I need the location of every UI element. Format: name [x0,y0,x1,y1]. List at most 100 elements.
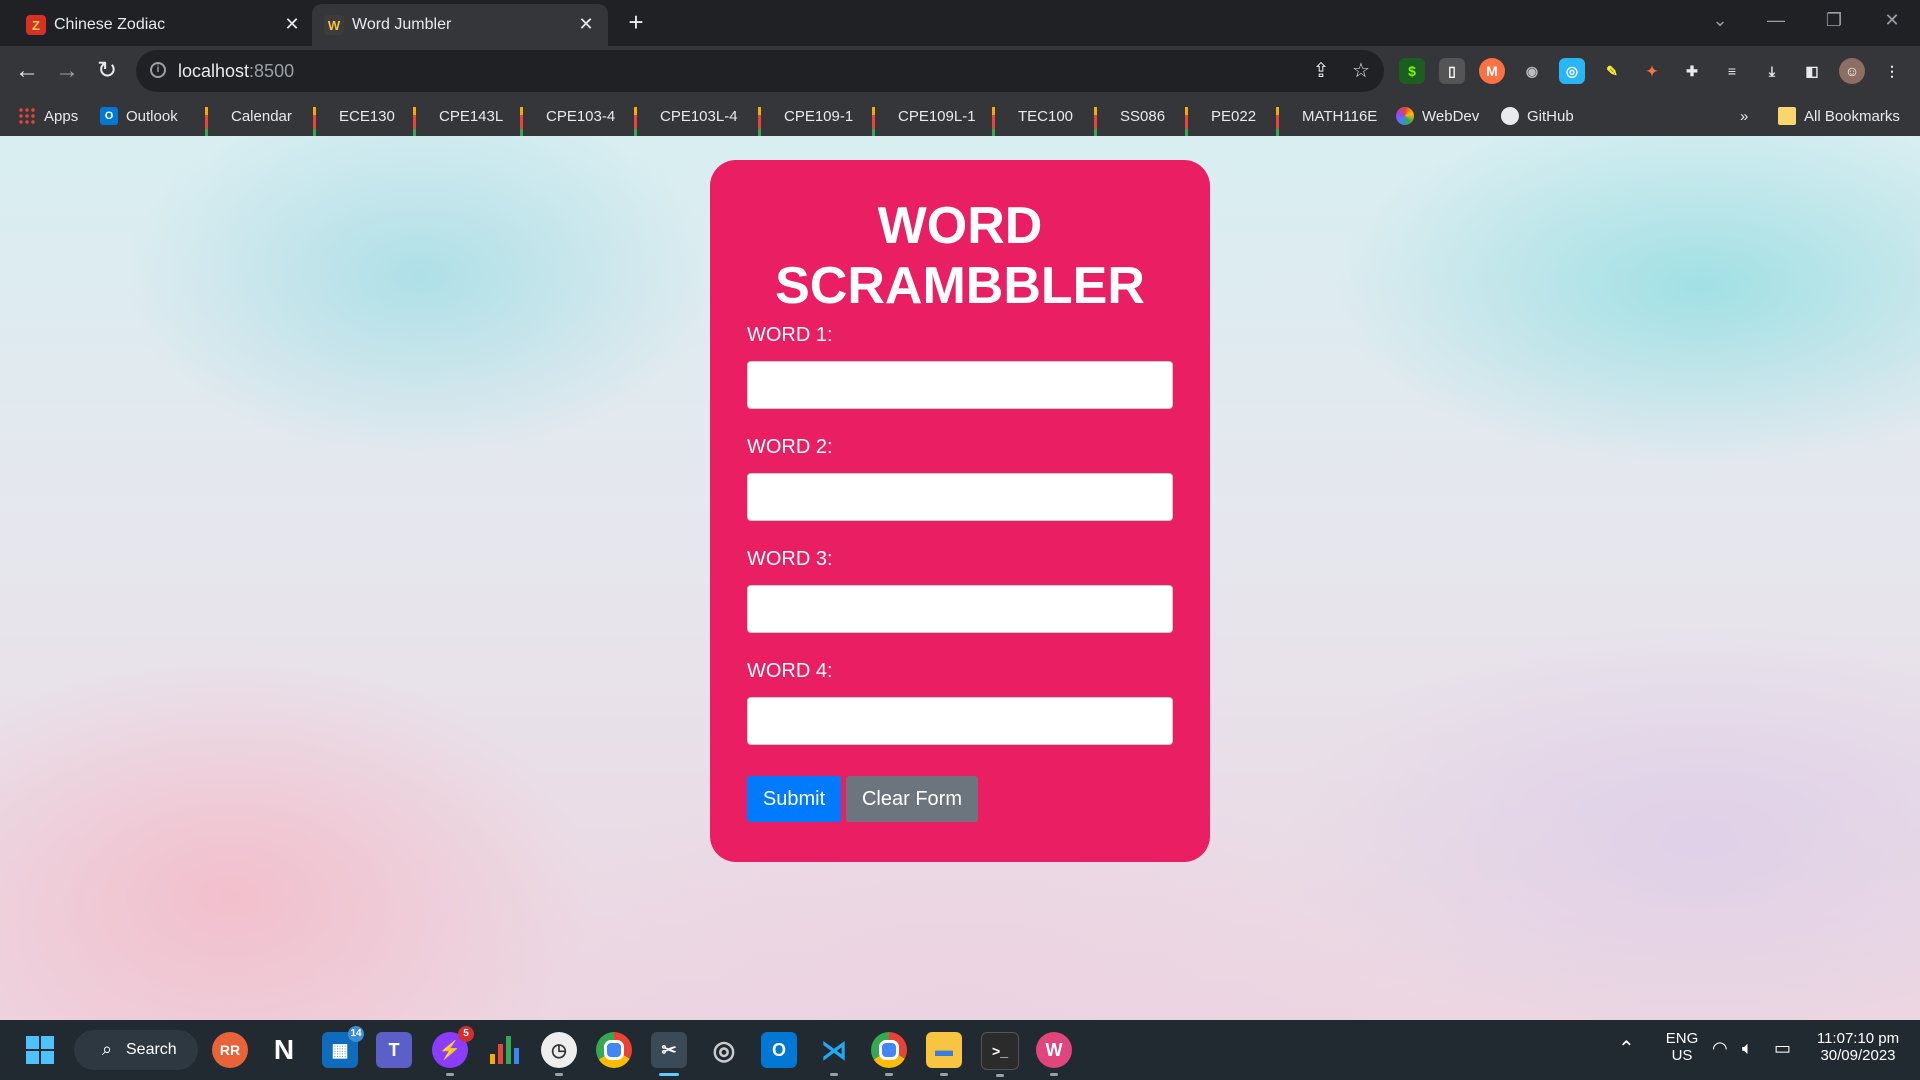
bar-chart-icon [1276,107,1294,158]
bookmark-cpe143l[interactable]: CPE143L [413,104,503,158]
notion-icon[interactable]: N [266,1032,302,1068]
windows-start-icon[interactable] [22,1032,58,1068]
extension-blue-icon[interactable]: ◎ [1559,58,1585,84]
obs-icon[interactable]: ◎ [706,1032,742,1068]
bookmark-tec100[interactable]: TEC100 [992,104,1073,158]
bookmark-apps[interactable]: Apps [18,104,78,128]
forward-button[interactable]: → [50,54,84,88]
puzzle-icon[interactable]: ✚ [1679,58,1705,84]
github-icon [1501,107,1519,125]
chrome-profile-icon[interactable] [871,1032,907,1076]
bookmark-math116e[interactable]: MATH116E [1276,104,1377,158]
clock-app-icon[interactable]: ◷ [541,1032,577,1076]
address-bar[interactable]: i localhost:8500 ⇪ ☆ [136,50,1384,92]
jumbler-icon: W [324,15,344,35]
close-window-button[interactable]: ✕ [1872,6,1912,34]
snipping-tool-icon[interactable]: ✂ [651,1032,687,1076]
terminal-icon[interactable]: >_ [981,1032,1019,1077]
taskbar: ⌕ Search RR N ▦ 14 T ⚡ 5 ◷ ✂ ◎ O ⋊ ▬ >_ … [0,1020,1920,1080]
bookmark-label: CPE103L-4 [660,107,738,125]
bookmark-ece130[interactable]: ECE130 [313,104,395,158]
bar-chart-icon [520,107,538,158]
reading-list-icon[interactable]: ≡ [1719,58,1745,84]
bookmark-cpe109-1[interactable]: CPE109-1 [758,104,854,158]
extension-note-icon[interactable]: ▯ [1439,58,1465,84]
bookmark-cpe109l-1[interactable]: CPE109L-1 [872,104,976,158]
minimize-button[interactable]: — [1756,6,1796,34]
outlook-taskbar-icon[interactable]: O [761,1032,797,1068]
file-explorer-icon[interactable]: ▬ [926,1032,962,1076]
wps-office-icon[interactable]: W [1036,1032,1072,1076]
bookmark-star-icon[interactable]: ☆ [1348,58,1374,84]
folder-icon [1778,107,1796,125]
profile-app-icon[interactable]: RR [212,1032,248,1068]
bookmark-webdev[interactable]: WebDev [1396,104,1479,128]
site-info-icon[interactable]: i [150,62,166,78]
all-bookmarks-folder[interactable]: All Bookmarks [1778,104,1900,128]
bookmarks-overflow-button[interactable]: » [1740,104,1748,128]
bookmark-label: All Bookmarks [1804,107,1900,125]
show-hidden-icons-button[interactable]: ⌃ [1618,1036,1635,1061]
side-panel-icon[interactable]: ◧ [1799,58,1825,84]
word-1-input[interactable] [747,361,1173,409]
bar-chart-icon [758,107,776,158]
bookmark-cpe103-4[interactable]: CPE103-4 [520,104,615,158]
volume-icon[interactable]: 🔈︎ [1742,1038,1753,1059]
running-indicator [830,1073,838,1076]
page-viewport: WORD SCRAMBBLER WORD 1: WORD 2: WORD 3: … [0,136,1920,1020]
clear-form-button[interactable]: Clear Form [846,776,978,822]
submit-button[interactable]: Submit [747,776,841,822]
bookmark-calendar[interactable]: Calendar [205,104,292,158]
taskbar-search[interactable]: ⌕ Search [74,1030,198,1070]
reload-button[interactable]: ↻ [90,54,124,88]
download-icon[interactable]: ⤓ [1759,58,1785,84]
tab-search-chevron-icon[interactable]: ⌄ [1700,6,1740,34]
bookmarks-bar: Apps O Outlook Calendar ECE130 CPE143L C… [0,96,1920,158]
word-2-input[interactable] [747,473,1173,521]
bookmark-cpe103l-4[interactable]: CPE103L-4 [634,104,738,158]
chrome-icon[interactable] [596,1032,632,1068]
bookmark-pe022[interactable]: PE022 [1185,104,1256,158]
language-indicator[interactable]: ENG US [1660,1030,1704,1064]
mail-app-icon[interactable]: ▦ 14 [322,1026,364,1068]
bookmark-label: Apps [44,107,79,125]
search-icon: ⌕ [102,1039,113,1059]
teams-icon[interactable]: T [376,1032,412,1068]
back-button[interactable]: ← [10,54,44,88]
extension-pen-icon[interactable]: ✎ [1599,58,1625,84]
extension-fire-icon[interactable]: ✦ [1639,58,1665,84]
avatar[interactable]: ☺ [1839,58,1865,84]
vscode-icon[interactable]: ⋊ [816,1032,852,1076]
extension-orange-icon[interactable]: M [1479,58,1505,84]
tab-word-jumbler[interactable]: W Word Jumbler ✕ [312,4,608,46]
running-indicator [940,1073,948,1076]
word-3-input[interactable] [747,585,1173,633]
clock[interactable]: 11:07:10 pm 30/09/2023 [1808,1030,1908,1064]
active-indicator [659,1073,679,1076]
tab-chinese-zodiac[interactable]: Z Chinese Zodiac ✕ [14,4,314,46]
power-bi-icon[interactable] [486,1032,522,1068]
bookmark-github[interactable]: GitHub [1501,104,1574,128]
restore-button[interactable]: ❐ [1814,6,1854,34]
bookmark-outlook[interactable]: O Outlook [100,104,178,128]
bookmark-ss086[interactable]: SS086 [1094,104,1165,158]
new-tab-button[interactable]: + [622,8,650,36]
bookmark-label: ECE130 [339,107,395,125]
bookmark-label: CPE109-1 [784,107,854,125]
menu-icon[interactable]: ⋮ [1879,58,1905,84]
close-icon[interactable]: ✕ [282,14,302,34]
word-4-input[interactable] [747,697,1173,745]
extension-green-icon[interactable]: $ [1399,58,1425,84]
share-icon[interactable]: ⇪ [1308,58,1334,84]
clock-time: 11:07:10 pm [1816,1030,1900,1047]
messenger-icon[interactable]: ⚡ 5 [432,1026,474,1076]
language-line2: US [1671,1047,1693,1064]
mail-badge: 14 [348,1026,364,1042]
battery-icon[interactable]: ▭ [1774,1038,1791,1059]
bar-chart-icon [872,107,890,158]
camera-icon[interactable]: ◉ [1519,58,1545,84]
scrambler-form-card: WORD SCRAMBBLER WORD 1: WORD 2: WORD 3: … [710,160,1210,862]
wifi-icon[interactable]: ◠ [1712,1038,1728,1059]
close-icon[interactable]: ✕ [576,14,596,34]
search-label: Search [126,1041,177,1058]
